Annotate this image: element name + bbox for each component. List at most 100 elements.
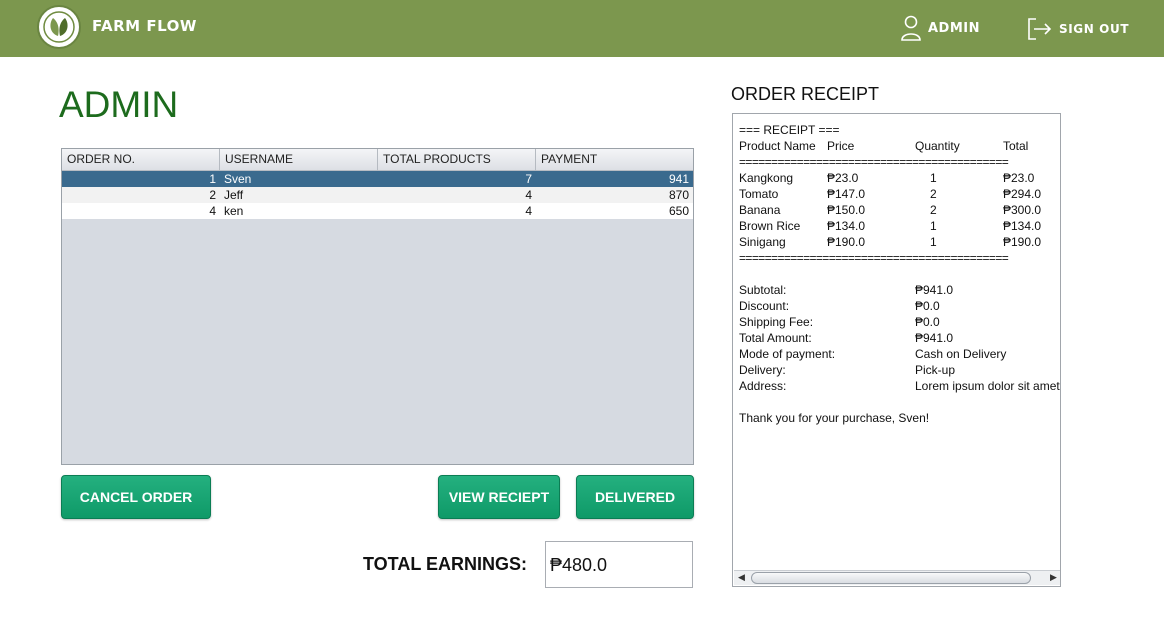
table-row[interactable]: 1 Sven 7 941 xyxy=(62,171,693,187)
horizontal-scrollbar[interactable]: ◀ ▶ xyxy=(734,570,1060,585)
receipt-heading-text: === RECEIPT === xyxy=(739,123,840,137)
receipt-blank xyxy=(739,394,1060,410)
receipt-item: Banana ₱150.0 2 ₱300.0 xyxy=(739,202,1060,218)
summary-row: Mode of payment: Cash on Delivery xyxy=(739,346,1060,362)
item-total: ₱294.0 xyxy=(1003,187,1042,201)
farm-flow-logo xyxy=(37,5,81,49)
sign-out-label: SIGN OUT xyxy=(1059,22,1130,36)
receipt-title: ORDER RECEIPT xyxy=(731,84,880,104)
table-body: 1 Sven 7 941 2 Jeff 4 870 4 ken 4 650 xyxy=(62,171,693,219)
summary-value: Lorem ipsum dolor sit amet xyxy=(915,379,1060,393)
item-total: ₱300.0 xyxy=(1003,203,1042,217)
table-header: ORDER NO. USERNAME TOTAL PRODUCTS PAYMEN… xyxy=(62,149,693,171)
cancel-order-button[interactable]: CANCEL ORDER xyxy=(61,475,211,519)
item-quantity: 1 xyxy=(930,219,937,233)
separator-text: ========================================… xyxy=(739,251,1009,265)
cell-order-no: 4 xyxy=(209,204,216,218)
summary-label: Discount: xyxy=(739,299,790,313)
item-name: Banana xyxy=(739,203,781,217)
cell-total-products: 4 xyxy=(525,204,532,218)
separator-text: ========================================… xyxy=(739,155,1009,169)
column-header-payment[interactable]: PAYMENT xyxy=(536,149,693,171)
column-header-order-no[interactable]: ORDER NO. xyxy=(62,149,220,171)
cell-order-no: 2 xyxy=(209,188,216,202)
scroll-thumb[interactable] xyxy=(751,572,1031,584)
summary-value: Cash on Delivery xyxy=(915,347,1007,361)
admin-profile-link[interactable]: ADMIN xyxy=(900,14,980,42)
top-bar: FARM FLOW ADMIN SIGN OUT xyxy=(0,0,1164,57)
item-name: Tomato xyxy=(739,187,779,201)
summary-value: ₱941.0 xyxy=(915,331,954,345)
item-name: Sinigang xyxy=(739,235,786,249)
total-earnings-field[interactable]: ₱480.0 xyxy=(545,541,693,588)
summary-label: Shipping Fee: xyxy=(739,315,814,329)
item-name: Brown Rice xyxy=(739,219,801,233)
item-quantity: 1 xyxy=(930,171,937,185)
receipt-text-area[interactable]: === RECEIPT === Product Name Price Quant… xyxy=(732,113,1061,587)
summary-value: ₱0.0 xyxy=(915,299,940,313)
receipt-item: Kangkong ₱23.0 1 ₱23.0 xyxy=(739,170,1060,186)
receipt-separator: ========================================… xyxy=(739,250,1060,266)
receipt-content: === RECEIPT === Product Name Price Quant… xyxy=(739,122,1060,426)
receipt-separator: ========================================… xyxy=(739,154,1060,170)
sign-out-icon xyxy=(1028,18,1052,40)
item-price: ₱134.0 xyxy=(827,219,866,233)
user-icon xyxy=(901,15,921,41)
total-earnings-label: TOTAL EARNINGS: xyxy=(363,554,528,574)
receipt-col-total: Total xyxy=(1003,139,1029,153)
summary-row: Discount: ₱0.0 xyxy=(739,298,1060,314)
orders-table[interactable]: ORDER NO. USERNAME TOTAL PRODUCTS PAYMEN… xyxy=(61,148,694,465)
summary-value: ₱941.0 xyxy=(915,283,954,297)
table-row[interactable]: 2 Jeff 4 870 xyxy=(62,187,693,203)
delivered-button[interactable]: DELIVERED xyxy=(576,475,694,519)
receipt-blank xyxy=(739,266,1060,282)
receipt-thanks: Thank you for your purchase, Sven! xyxy=(739,410,1060,426)
admin-label: ADMIN xyxy=(928,20,981,36)
receipt-col-price: Price xyxy=(827,139,855,153)
receipt-item: Brown Rice ₱134.0 1 ₱134.0 xyxy=(739,218,1060,234)
receipt-column-headers: Product Name Price Quantity Total xyxy=(739,138,1060,154)
column-header-username[interactable]: USERNAME xyxy=(220,149,378,171)
item-price: ₱147.0 xyxy=(827,187,866,201)
page-title: ADMIN xyxy=(59,84,179,125)
item-price: ₱23.0 xyxy=(827,171,859,185)
item-total: ₱23.0 xyxy=(1003,171,1035,185)
receipt-col-quantity: Quantity xyxy=(915,139,960,153)
summary-label: Delivery: xyxy=(739,363,786,377)
view-receipt-button[interactable]: VIEW RECIEPT xyxy=(438,475,560,519)
thanks-text: Thank you for your purchase, Sven! xyxy=(739,411,930,425)
receipt-heading: === RECEIPT === xyxy=(739,122,1060,138)
receipt-col-name: Product Name xyxy=(739,139,816,153)
brand-name: FARM FLOW xyxy=(92,17,197,35)
summary-row: Address: Lorem ipsum dolor sit amet xyxy=(739,378,1060,394)
scroll-right-icon[interactable]: ▶ xyxy=(1046,571,1060,585)
item-name: Kangkong xyxy=(739,171,794,185)
cell-username: Jeff xyxy=(224,188,244,202)
table-row[interactable]: 4 ken 4 650 xyxy=(62,203,693,219)
item-quantity: 1 xyxy=(930,235,937,249)
cell-payment: 650 xyxy=(668,204,689,218)
cell-username: Sven xyxy=(224,172,252,186)
cell-payment: 870 xyxy=(668,188,689,202)
summary-row: Subtotal: ₱941.0 xyxy=(739,282,1060,298)
summary-label: Address: xyxy=(739,379,787,393)
leaf-icon xyxy=(43,11,75,43)
item-quantity: 2 xyxy=(930,203,937,217)
sign-out-link[interactable]: SIGN OUT xyxy=(1025,15,1129,43)
summary-label: Subtotal: xyxy=(739,283,787,297)
item-quantity: 2 xyxy=(930,187,937,201)
item-price: ₱190.0 xyxy=(827,235,866,249)
cell-total-products: 7 xyxy=(525,172,532,186)
cell-payment: 941 xyxy=(668,172,689,186)
cell-username: ken xyxy=(224,204,244,218)
cell-total-products: 4 xyxy=(525,188,532,202)
item-total: ₱134.0 xyxy=(1003,219,1042,233)
item-price: ₱150.0 xyxy=(827,203,866,217)
item-total: ₱190.0 xyxy=(1003,235,1042,249)
scroll-left-icon[interactable]: ◀ xyxy=(734,571,749,585)
summary-row: Delivery: Pick-up xyxy=(739,362,1060,378)
summary-value: ₱0.0 xyxy=(915,315,940,329)
column-header-total-products[interactable]: TOTAL PRODUCTS xyxy=(378,149,536,171)
summary-label: Mode of payment: xyxy=(739,347,836,361)
summary-row: Total Amount: ₱941.0 xyxy=(739,330,1060,346)
